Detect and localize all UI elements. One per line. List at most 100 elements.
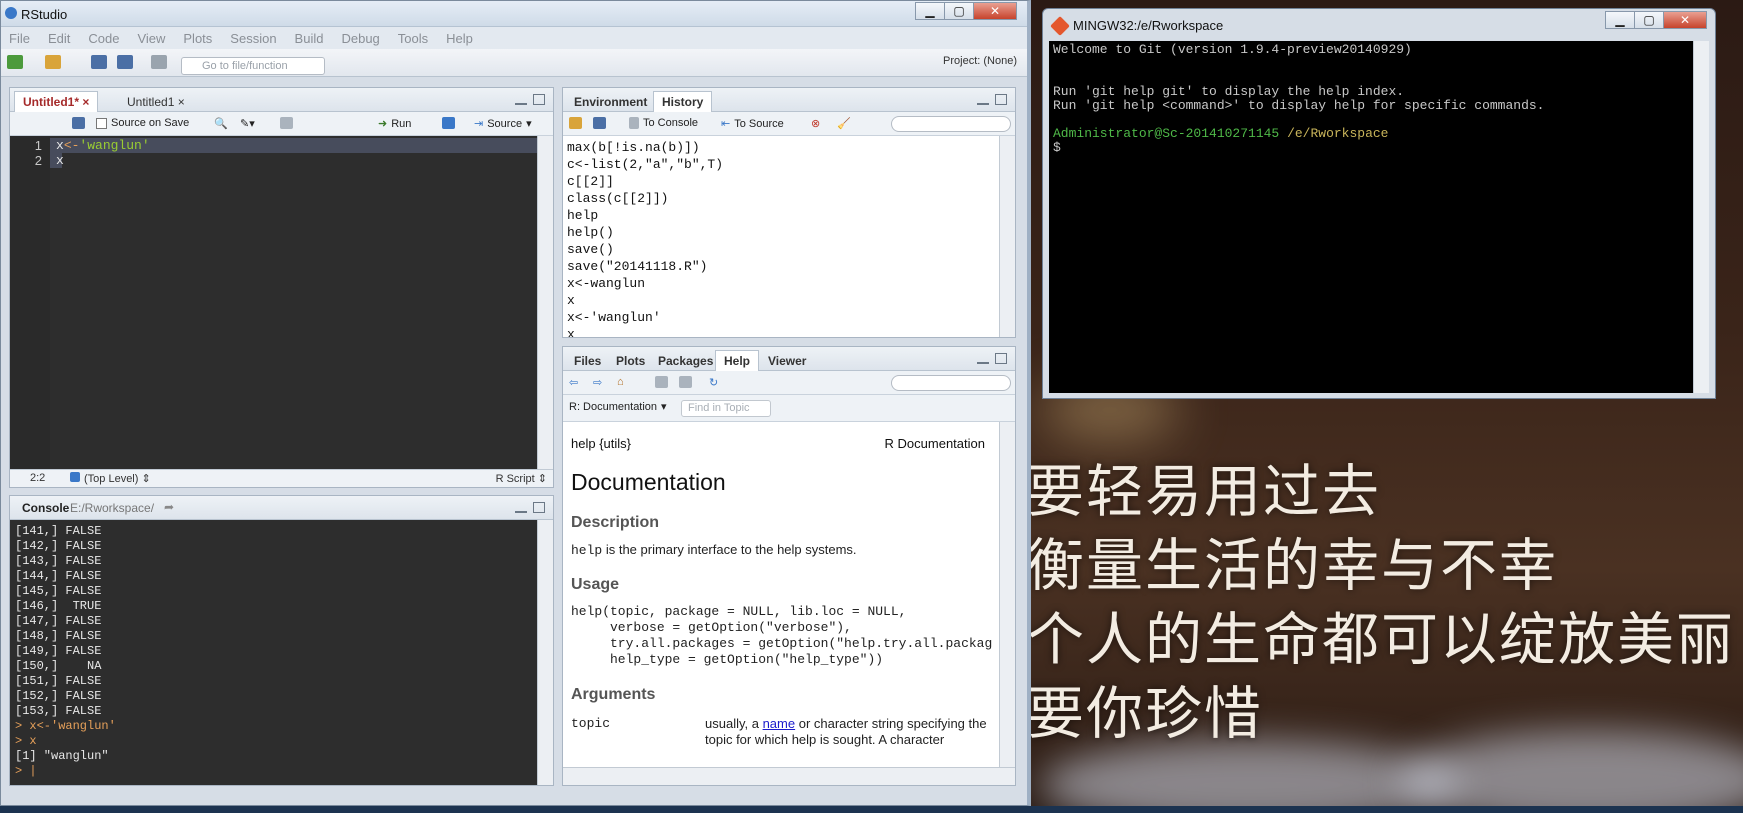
history-search-input[interactable] <box>891 116 1011 132</box>
tab-packages[interactable]: Packages <box>649 350 722 371</box>
save-history-icon[interactable] <box>593 117 606 129</box>
terminal-scrollbar[interactable] <box>1693 41 1709 393</box>
tab-help[interactable]: Help <box>715 350 760 371</box>
menu-view[interactable]: View <box>137 31 165 46</box>
source-button[interactable]: ⇥ Source ▾ <box>474 117 532 131</box>
history-entry[interactable]: x <box>567 292 995 309</box>
menu-plots[interactable]: Plots <box>183 31 212 46</box>
to-source-button[interactable]: ⇤ To Source <box>721 117 784 131</box>
maximize-button[interactable]: ▢ <box>1634 11 1664 29</box>
terminal-input[interactable]: $ <box>1053 141 1695 155</box>
rstudio-titlebar[interactable]: RStudio ▁ ▢ ✕ <box>1 1 1027 27</box>
compile-report-icon[interactable] <box>280 117 293 129</box>
menu-edit[interactable]: Edit <box>48 31 70 46</box>
maximize-button[interactable]: ▢ <box>944 2 974 20</box>
console-prompt-input[interactable]: > | <box>15 764 532 779</box>
source-on-save-checkbox[interactable]: Source on Save <box>96 117 189 129</box>
save-all-icon[interactable] <box>117 55 133 69</box>
history-entry[interactable]: help() <box>567 224 995 241</box>
file-type-selector[interactable]: R Script ⇕ <box>496 472 547 485</box>
popout-icon[interactable] <box>679 376 692 388</box>
menu-debug[interactable]: Debug <box>341 31 379 46</box>
name-link[interactable]: name <box>763 716 796 731</box>
minimize-button[interactable]: ▁ <box>1605 11 1635 29</box>
history-entry[interactable]: save("20141118.R") <box>567 258 995 275</box>
history-entry[interactable]: x<-'wanglun' <box>567 309 995 326</box>
tab-label: Untitled1* <box>23 95 80 109</box>
scope-selector[interactable]: (Top Level) ⇕ <box>70 472 151 485</box>
topic-dropdown[interactable]: R: Documentation ▾ <box>569 400 667 414</box>
history-entry[interactable]: x <box>567 326 995 337</box>
history-entry[interactable]: class(c[[2]]) <box>567 190 995 207</box>
refresh-icon[interactable]: ↻ <box>709 376 718 389</box>
tab-viewer[interactable]: Viewer <box>759 350 815 371</box>
minimize-pane-icon[interactable] <box>515 509 527 513</box>
help-hscrollbar[interactable] <box>563 767 1015 785</box>
menu-file[interactable]: File <box>9 31 30 46</box>
minimize-pane-icon[interactable] <box>977 101 989 105</box>
rerun-icon[interactable] <box>442 117 455 129</box>
print-icon[interactable] <box>151 55 167 69</box>
find-in-topic-input[interactable]: Find in Topic <box>681 400 771 417</box>
tab-history[interactable]: History <box>653 91 713 112</box>
open-file-icon[interactable] <box>45 55 61 69</box>
history-entry[interactable]: save() <box>567 241 995 258</box>
help-scrollbar[interactable] <box>999 422 1015 767</box>
save-file-icon[interactable] <box>72 117 85 129</box>
terminal-output[interactable]: Welcome to Git (version 1.9.4-preview201… <box>1049 41 1699 393</box>
menu-session[interactable]: Session <box>230 31 276 46</box>
history-entry[interactable]: help <box>567 207 995 224</box>
remove-entry-icon[interactable]: ⊗ <box>811 117 820 130</box>
maximize-pane-icon[interactable] <box>995 353 1007 364</box>
git-logo-icon <box>1050 16 1070 36</box>
console-scrollbar[interactable] <box>537 520 553 785</box>
forward-icon[interactable]: ⇨ <box>593 376 602 389</box>
tab-environment[interactable]: Environment <box>565 91 656 112</box>
argument-row: topic usually, a name or character strin… <box>571 716 991 748</box>
menu-help[interactable]: Help <box>446 31 473 46</box>
menu-code[interactable]: Code <box>88 31 119 46</box>
save-icon[interactable] <box>91 55 107 69</box>
goto-dir-icon[interactable]: ➦ <box>164 500 174 514</box>
code-area[interactable]: x<-'wanglun' x <box>50 136 537 475</box>
minimize-button[interactable]: ▁ <box>915 2 945 20</box>
console-output[interactable]: [141,] FALSE [142,] FALSE [143,] FALSE [… <box>10 520 537 785</box>
history-entry[interactable]: c[[2]] <box>567 173 995 190</box>
close-button[interactable]: ✕ <box>1663 11 1707 29</box>
menu-build[interactable]: Build <box>295 31 324 46</box>
load-history-icon[interactable] <box>569 117 582 129</box>
editor-scrollbar[interactable] <box>537 136 553 475</box>
search-icon[interactable]: 🔍 <box>214 117 228 130</box>
back-icon[interactable]: ⇦ <box>569 376 578 389</box>
git-titlebar[interactable]: MINGW32:/e/Rworkspace ▁ ▢ ✕ <box>1043 9 1715 41</box>
help-search-input[interactable] <box>891 375 1011 391</box>
print-icon[interactable] <box>655 376 668 388</box>
run-button[interactable]: ➜ Run <box>378 117 411 131</box>
clear-history-icon[interactable]: 🧹 <box>837 117 851 130</box>
close-button[interactable]: ✕ <box>973 2 1017 20</box>
menu-tools[interactable]: Tools <box>398 31 428 46</box>
tab-untitled1-modified[interactable]: Untitled1* × <box>14 91 99 112</box>
minimize-pane-icon[interactable] <box>515 101 527 105</box>
tab-untitled1[interactable]: Untitled1 × <box>118 91 194 112</box>
code-line[interactable]: x <box>50 153 64 168</box>
code-line[interactable]: x<-'wanglun' <box>50 138 537 153</box>
tab-plots[interactable]: Plots <box>607 350 654 371</box>
wand-icon[interactable]: ✎▾ <box>240 117 255 130</box>
maximize-pane-icon[interactable] <box>995 94 1007 105</box>
tab-files[interactable]: Files <box>565 350 610 371</box>
goto-file-input[interactable]: Go to file/function <box>181 57 325 75</box>
history-entry[interactable]: c<-list(2,"a","b",T) <box>567 156 995 173</box>
new-file-icon[interactable] <box>7 55 23 69</box>
help-doc-label: R Documentation <box>884 436 985 451</box>
maximize-pane-icon[interactable] <box>533 94 545 105</box>
home-icon[interactable]: ⌂ <box>617 376 624 388</box>
to-console-button[interactable]: To Console <box>629 117 698 129</box>
minimize-pane-icon[interactable] <box>977 360 989 364</box>
history-entry[interactable]: max(b[!is.na(b)]) <box>567 139 995 156</box>
history-scrollbar[interactable] <box>999 136 1015 337</box>
code-editor[interactable]: 1 2 x<-'wanglun' x <box>10 136 553 475</box>
maximize-pane-icon[interactable] <box>533 502 545 513</box>
history-entry[interactable]: x<-wanglun <box>567 275 995 292</box>
project-menu[interactable]: Project: (None) <box>943 55 1017 67</box>
